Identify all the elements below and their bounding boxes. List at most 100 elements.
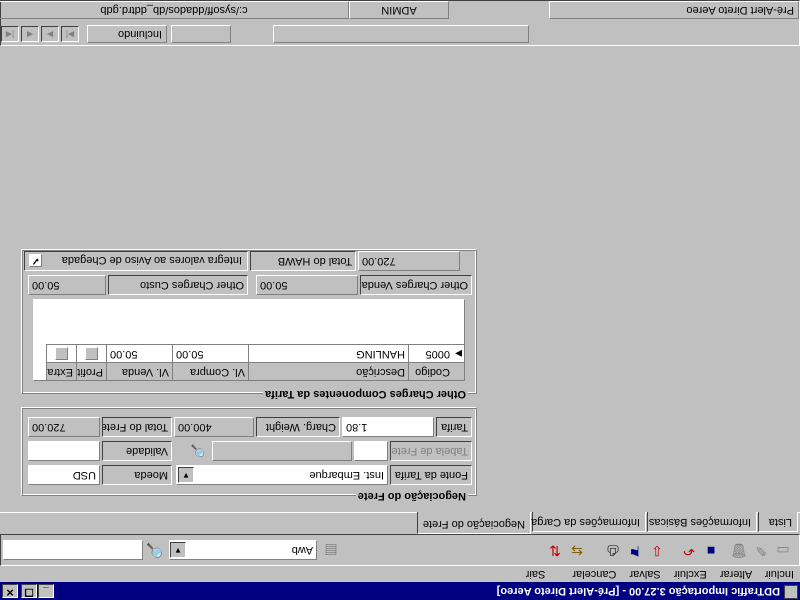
statusbar-pane-blank-2	[171, 25, 231, 43]
tabela-frete-label: Tabela de Frete	[390, 441, 472, 461]
validade-field[interactable]	[28, 441, 100, 461]
record-mode-value: Incluindo	[117, 28, 162, 40]
cell-codigo-value: 0005	[425, 348, 450, 360]
export-icon[interactable]: ⇆	[567, 541, 587, 561]
tab-strip: Lista Informações Básicas Informações da…	[0, 512, 800, 534]
fonte-tarifa-dropdown[interactable]: ▼	[178, 467, 194, 483]
menu-excluir[interactable]: Excluir	[674, 568, 707, 580]
col-header-codigo[interactable]: Codigo	[408, 362, 464, 380]
menu-salvar[interactable]: Salvar	[629, 568, 660, 580]
search-combo-value: Awb	[291, 544, 313, 556]
cell-vl-compra-value: 50.00	[176, 348, 204, 360]
restore-button[interactable]: ❐	[21, 584, 37, 598]
tabela-frete-desc	[212, 441, 352, 461]
close-button[interactable]: ✕	[2, 584, 18, 598]
total-frete-value: 720.00	[32, 421, 66, 433]
tab-informacoes-basicas-label: Informações Básicas	[648, 516, 751, 528]
other-charges-venda-label: Other Charges Venda	[360, 275, 472, 295]
profit-checkbox[interactable]	[85, 347, 98, 360]
cell-vl-venda[interactable]: 50.00	[106, 344, 172, 362]
screen-name-value: Pré-Alert Direto Aereo	[686, 4, 794, 16]
tab-negociacao-frete[interactable]: Negociação do Frete	[417, 512, 531, 534]
negociacao-frete-group: Negociação do Frete Fonte da Tarifa Inst…	[22, 408, 477, 503]
other-charges-custo-label: Other Charges Custo	[108, 275, 248, 295]
search-icon[interactable]: 🔍	[145, 541, 165, 561]
tab-informacoes-carga[interactable]: Informações da Carga	[531, 512, 646, 532]
menu-cancelar[interactable]: Cancelar	[572, 568, 616, 580]
import-icon[interactable]: ⇩	[647, 541, 667, 561]
col-header-vl-compra[interactable]: Vl. Compra	[172, 362, 248, 380]
tabela-frete-lookup-icon[interactable]: 🔍	[188, 441, 208, 461]
col-header-descricao[interactable]: Descrição	[248, 362, 408, 380]
tab-lista[interactable]: Lista	[758, 512, 798, 532]
tab-negociacao-frete-label: Negociação do Frete	[422, 518, 525, 530]
fonte-tarifa-select[interactable]: Inst. Embarque	[176, 465, 388, 485]
charg-weight-value: 400.00	[178, 421, 212, 433]
table-row[interactable]: 0005 HANLING 50.00 50.00 ▶	[46, 344, 464, 362]
nav-first-button[interactable]: |◀	[1, 26, 19, 42]
nav-last-button[interactable]: ▶|	[61, 26, 79, 42]
cell-vl-compra[interactable]: 50.00	[172, 344, 248, 362]
col-header-extra[interactable]: Extra	[46, 362, 76, 380]
other-charges-group: Other Charges Componentes da Tarifa Codi…	[22, 250, 477, 401]
cell-descricao-value: HANLING	[356, 348, 405, 360]
tabela-frete-code[interactable]	[354, 441, 388, 461]
tab-lista-label: Lista	[768, 516, 792, 528]
tab-informacoes-basicas[interactable]: Informações Básicas	[647, 512, 757, 532]
title-bar: DDTraffic Importação 3.27.00 - [Pré-Aler…	[0, 582, 800, 600]
total-frete-label: Total do Frete	[102, 417, 172, 437]
app-menu-icon[interactable]	[784, 585, 798, 599]
transfer-icon[interactable]: ⇅	[545, 541, 565, 561]
window-title: DDTraffic Importação 3.27.00 - [Pré-Aler…	[496, 585, 780, 597]
integra-option[interactable]: Integra valores ao Aviso de Chegada ✓	[24, 251, 248, 271]
cell-profit	[76, 344, 106, 362]
search-combo[interactable]: Awb	[169, 540, 317, 560]
search-combo-dropdown[interactable]: ▼	[170, 542, 186, 558]
fonte-tarifa-value: Inst. Embarque	[309, 469, 384, 481]
other-charges-custo-value: 50.00	[32, 279, 60, 291]
filter-icon[interactable]: ⚑	[625, 541, 645, 561]
application-window: DDTraffic Importação 3.27.00 - [Pré-Aler…	[0, 0, 800, 600]
menu-sair[interactable]: Sair	[526, 568, 546, 580]
cell-descricao[interactable]: HANLING	[248, 344, 408, 362]
nav-prev-button[interactable]: ◀	[21, 26, 39, 42]
other-charges-venda-field: 50.00	[256, 275, 358, 295]
col-header-vl-venda[interactable]: Vl. Venda	[106, 362, 172, 380]
save-icon[interactable]: ■	[701, 541, 721, 561]
statusbar-pane-blank-1	[273, 25, 529, 43]
charg-weight-label: Charg. Weight	[256, 417, 340, 437]
extra-checkbox[interactable]	[55, 347, 68, 360]
validade-label: Validade	[102, 441, 172, 461]
menu-incluir[interactable]: Incluir	[765, 568, 794, 580]
charg-weight-field[interactable]: 400.00	[174, 417, 254, 437]
search-input[interactable]	[3, 540, 143, 560]
total-hawb-value: 720.00	[362, 255, 396, 267]
cell-vl-venda-value: 50.00	[110, 348, 138, 360]
nav-next-button[interactable]: ▶	[41, 26, 59, 42]
edit-record-icon[interactable]: ✎	[751, 541, 771, 561]
integra-checkbox[interactable]: ✓	[29, 254, 42, 267]
col-header-profit[interactable]: Profit	[76, 362, 106, 380]
tarifa-label: Tarifa	[436, 417, 472, 437]
database-path-value: c:/sysoff/ddados/db_ddtrd.gdb	[100, 4, 248, 16]
tarifa-field[interactable]: 1.80	[342, 417, 434, 437]
folder-icon[interactable]: ▤	[321, 541, 341, 561]
tab-informacoes-carga-label: Informações da Carga	[531, 516, 640, 528]
minimize-button[interactable]: _	[38, 584, 54, 598]
current-user-value: ADMIN	[381, 4, 417, 16]
cell-extra	[46, 344, 76, 362]
record-mode: Incluindo	[87, 25, 167, 43]
moeda-label: Moeda	[102, 465, 172, 485]
undo-icon[interactable]: ↶	[679, 541, 699, 561]
screen-name: Pré-Alert Direto Aereo	[549, 1, 799, 19]
tarifa-value: 1.80	[346, 421, 368, 433]
new-record-icon[interactable]: ▭	[773, 541, 793, 561]
other-charges-group-title: Other Charges Componentes da Tarifa	[263, 387, 468, 401]
negociacao-frete-group-title: Negociação do Frete	[355, 489, 468, 503]
moeda-field[interactable]: USD	[28, 465, 100, 485]
menu-alterar[interactable]: Alterar	[720, 568, 752, 580]
current-user: ADMIN	[349, 1, 449, 19]
print-icon[interactable]: ⎙	[603, 541, 623, 561]
moeda-value: USD	[72, 469, 96, 481]
delete-record-icon[interactable]: 🗑	[729, 541, 749, 561]
